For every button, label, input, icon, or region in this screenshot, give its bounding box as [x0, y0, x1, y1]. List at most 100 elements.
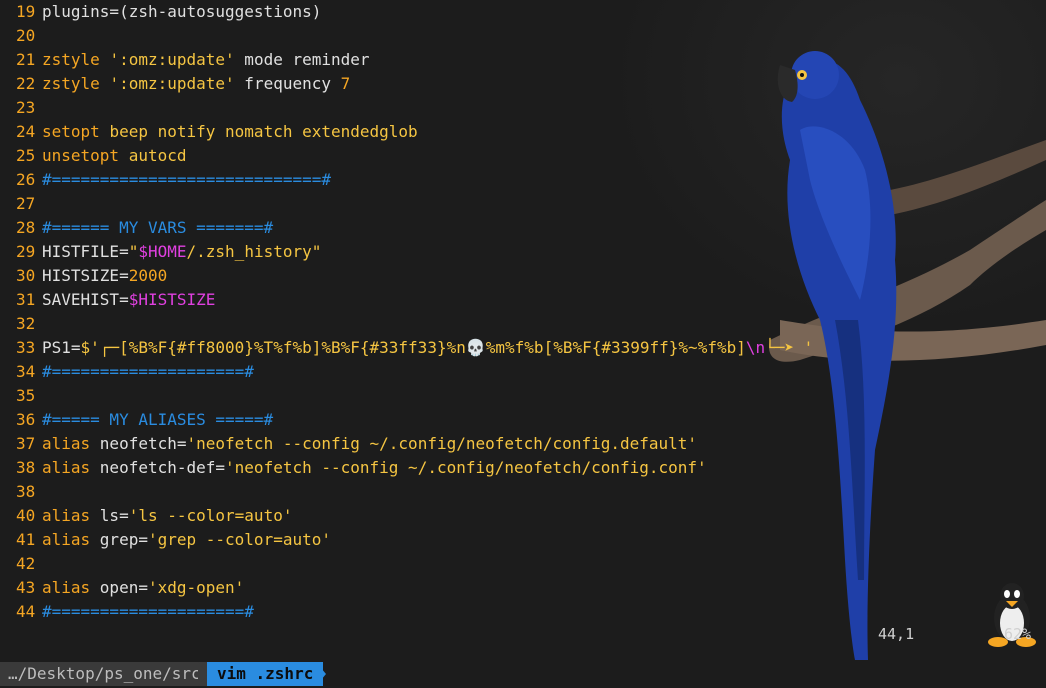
line-number: 25 [16, 146, 36, 165]
code-token: HISTSIZE= [42, 266, 129, 285]
line-number: 24 [16, 122, 36, 141]
code-line[interactable]: 22 zstyle ':omz:update' frequency 7 [0, 72, 350, 96]
code-token: " [128, 242, 139, 261]
code-token: alias [42, 530, 100, 549]
code-line[interactable]: 44 #====================# [0, 600, 254, 624]
code-line[interactable]: 43 alias open='xdg-open' [0, 576, 244, 600]
command-segment: vim .zshrc [207, 662, 324, 686]
line-number: 19 [16, 2, 36, 21]
code-token: HISTFILE= [42, 242, 129, 261]
line-number: 20 [16, 26, 36, 45]
line-number: 44 [16, 602, 36, 621]
line-number: 37 [16, 434, 36, 453]
code-line[interactable]: 37 alias neofetch='neofetch --config ~/.c… [0, 432, 697, 456]
code-line[interactable]: 42 [0, 552, 42, 576]
shell-statusline: …/Desktop/ps_one/src vim .zshrc [0, 662, 1046, 686]
code-token: 'ls --color=auto' [128, 506, 293, 525]
code-line[interactable]: 23 [0, 96, 42, 120]
code-line[interactable]: 26 #============================# [0, 168, 331, 192]
code-token: $HOME [138, 242, 187, 261]
line-number: 31 [16, 290, 36, 309]
code-token: beep notify nomatch extendedglob [109, 122, 418, 141]
code-token: neofetch= [99, 434, 187, 453]
code-token: mode reminder [234, 50, 370, 69]
code-line[interactable]: 24 setopt beep notify nomatch extendedglo… [0, 120, 418, 144]
code-token: #====================# [42, 602, 254, 621]
code-token: ':omz:update' [109, 50, 235, 69]
code-line[interactable]: 40 alias ls='ls --color=auto' [0, 504, 292, 528]
code-line[interactable]: 36 #===== MY ALIASES =====# [0, 408, 273, 432]
code-token: #====================# [42, 362, 254, 381]
line-number: 28 [16, 218, 36, 237]
code-line[interactable]: 21 zstyle ':omz:update' mode reminder [0, 48, 370, 72]
code-token: neofetch-def= [99, 458, 226, 477]
code-line[interactable]: 35 [0, 384, 42, 408]
code-token: grep= [99, 530, 148, 549]
code-token: \n [745, 338, 766, 357]
code-line[interactable]: 20 [0, 24, 42, 48]
code-line[interactable]: 27 [0, 192, 42, 216]
powerline-separator [316, 662, 326, 686]
cursor-position: 44,1 [878, 625, 915, 643]
code-token: #===== MY ALIASES =====# [42, 410, 274, 429]
line-number: 42 [16, 554, 36, 573]
code-token: alias [42, 578, 100, 597]
line-number: 33 [16, 338, 36, 357]
code-token: $'┌─[%B%F{#ff8000}%T%f%b]%B%F{#33ff33}%n [80, 338, 466, 357]
line-number: 35 [16, 386, 36, 405]
code-token: 7 [340, 74, 351, 93]
line-number: 27 [16, 194, 36, 213]
code-line[interactable]: 28 #====== MY VARS =======# [0, 216, 273, 240]
code-token: 2000 [128, 266, 168, 285]
line-number: 22 [16, 74, 36, 93]
code-token: ':omz:update' [109, 74, 235, 93]
code-token: 'grep --color=auto' [147, 530, 331, 549]
line-number: 26 [16, 170, 36, 189]
code-line[interactable]: 29 HISTFILE="$HOME/.zsh_history" [0, 240, 321, 264]
line-number: 23 [16, 98, 36, 117]
code-token: 'neofetch --config ~/.config/neofetch/co… [186, 434, 698, 453]
line-number: 30 [16, 266, 36, 285]
code-token: 'xdg-open' [147, 578, 245, 597]
code-line[interactable]: 19 plugins=(zsh-autosuggestions) [0, 0, 321, 24]
line-number: 36 [16, 410, 36, 429]
code-token: alias [42, 506, 100, 525]
code-line[interactable]: 33 PS1=$'┌─[%B%F{#ff8000}%T%f%b]%B%F{#33f… [0, 336, 813, 360]
line-number: 38 [16, 482, 36, 501]
code-token: zstyle [42, 74, 110, 93]
code-token: setopt [42, 122, 110, 141]
line-number: 32 [16, 314, 36, 333]
code-token: unsetopt [42, 146, 129, 165]
line-number: 40 [16, 506, 36, 525]
line-number: 29 [16, 242, 36, 261]
code-token: SAVEHIST= [42, 290, 129, 309]
code-line[interactable]: 38 [0, 480, 42, 504]
code-token: PS1= [42, 338, 81, 357]
terminal-window[interactable]: 19 plugins=(zsh-autosuggestions) 20 21 zstyl… [0, 0, 1046, 688]
line-number: 43 [16, 578, 36, 597]
code-token: frequency [234, 74, 341, 93]
code-token: zstyle [42, 50, 110, 69]
code-token: %m%f%b[%B%F{#3399ff}%~%f%b] [485, 338, 746, 357]
code-line[interactable]: 31 SAVEHIST=$HISTSIZE [0, 288, 215, 312]
code-line[interactable]: 32 [0, 312, 42, 336]
code-token: ls= [99, 506, 129, 525]
code-token: #============================# [42, 170, 331, 189]
code-line[interactable]: 34 #====================# [0, 360, 254, 384]
code-token: alias [42, 458, 100, 477]
scroll-percent: 62% [1004, 625, 1032, 643]
code-line[interactable]: 41 alias grep='grep --color=auto' [0, 528, 331, 552]
line-number: 41 [16, 530, 36, 549]
code-token: #====== MY VARS =======# [42, 218, 274, 237]
code-token: open= [99, 578, 148, 597]
code-line[interactable]: 38 alias neofetch-def='neofetch --config … [0, 456, 707, 480]
code-token: $HISTSIZE [128, 290, 216, 309]
line-number: 34 [16, 362, 36, 381]
code-line[interactable]: 25 unsetopt autocd [0, 144, 187, 168]
code-token: 'neofetch --config ~/.config/neofetch/co… [225, 458, 707, 477]
code-line[interactable]: 30 HISTSIZE=2000 [0, 264, 167, 288]
code-token: plugins=(zsh-autosuggestions) [42, 2, 322, 21]
line-number: 21 [16, 50, 36, 69]
path-segment: …/Desktop/ps_one/src [0, 662, 207, 686]
code-token: autocd [128, 146, 187, 165]
